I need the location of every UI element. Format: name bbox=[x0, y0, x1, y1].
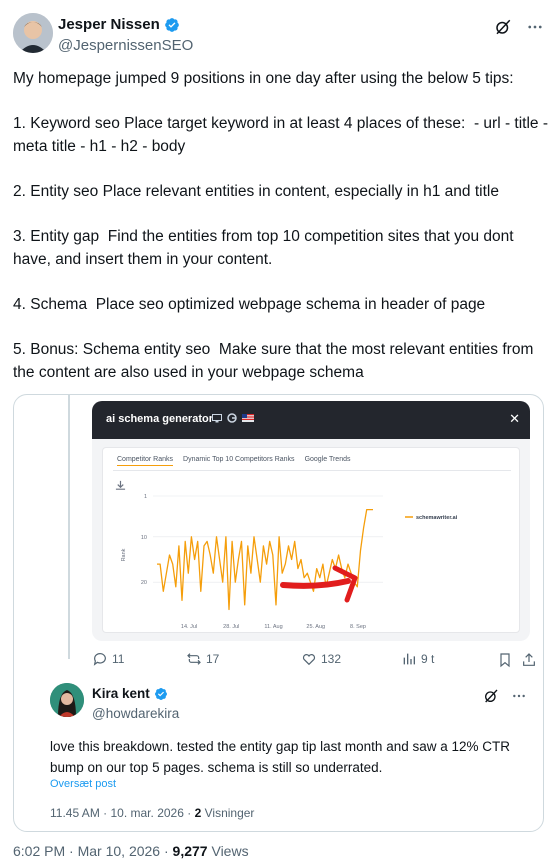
tweet-date[interactable]: Mar 10, 2026 bbox=[78, 843, 161, 859]
tab-divider bbox=[113, 470, 511, 471]
tweet-header: Jesper Nissen @JespernissenSEO bbox=[13, 13, 544, 57]
reply-action[interactable]: 11 bbox=[92, 651, 124, 667]
author-handle[interactable]: @JespernissenSEO bbox=[58, 37, 193, 54]
more-icon[interactable] bbox=[511, 688, 527, 704]
views-count: 9 t bbox=[421, 652, 435, 666]
embed-title-bar: ai schema generator ✕ bbox=[92, 401, 530, 439]
reply-time[interactable]: 11.45 AM bbox=[50, 806, 100, 820]
tab-competitor-ranks[interactable]: Competitor Ranks bbox=[117, 456, 174, 466]
y-tick-label: 10 bbox=[141, 535, 147, 541]
meta-separator: · bbox=[103, 806, 111, 820]
author-avatar[interactable] bbox=[13, 13, 53, 53]
tweet-body: My homepage jumped 9 positions in one da… bbox=[13, 68, 548, 384]
reply-post[interactable]: Kira kent @howdarekira love this breakdo… bbox=[14, 673, 543, 831]
y-tick-label: 1 bbox=[144, 494, 147, 500]
tweet-paragraph-tip-5: 5. Bonus: Schema entity seo Make sure th… bbox=[13, 341, 538, 381]
y-axis-label: Rank bbox=[121, 548, 127, 561]
series-line-schemawriter.ai bbox=[157, 508, 373, 611]
rank-chart: 1 10 20 Rank 14. Jul 28. Jul 11. Aug 25. Aug 8. … bbox=[121, 494, 458, 630]
more-icon[interactable] bbox=[526, 18, 544, 36]
tweet-views-label: Views bbox=[211, 843, 249, 859]
thread-connector-line bbox=[68, 395, 70, 659]
close-icon[interactable]: ✕ bbox=[509, 411, 520, 427]
tweet-paragraph-tip-4: 4. Schema Place seo optimized webpage sc… bbox=[13, 295, 486, 313]
meta-separator: · bbox=[163, 843, 173, 859]
reply-display-name[interactable]: Kira kent bbox=[92, 686, 150, 701]
reply-date[interactable]: 10. mar. 2026 bbox=[111, 806, 184, 820]
y-tick-label: 20 bbox=[141, 580, 147, 586]
grok-icon[interactable] bbox=[494, 18, 512, 36]
reply-handle[interactable]: @howdarekira bbox=[92, 706, 179, 721]
tweet-meta: 6:02 PM · Mar 10, 2026 · 9,277 Views bbox=[13, 843, 249, 859]
x-tick-label: 11. Aug bbox=[264, 624, 282, 630]
views-icon bbox=[403, 653, 415, 665]
reply-text: love this breakdown. tested the entity g… bbox=[50, 739, 511, 775]
like-icon bbox=[302, 654, 316, 666]
tweet-time[interactable]: 6:02 PM bbox=[13, 843, 65, 859]
embed-chart-panel: Competitor Ranks Dynamic Top 10 Competit… bbox=[102, 447, 520, 633]
embed-tabs: Competitor Ranks Dynamic Top 10 Competit… bbox=[117, 456, 350, 466]
tweet-paragraph-intro: My homepage jumped 9 positions in one da… bbox=[13, 70, 514, 87]
translate-link[interactable]: Oversæt post bbox=[50, 778, 116, 790]
monitor-icon bbox=[212, 413, 222, 422]
tweet-paragraph-tip-2: 2. Entity seo Place relevant entities in… bbox=[13, 182, 499, 200]
views-action[interactable]: 9 t bbox=[401, 651, 434, 667]
embed-title-icons bbox=[212, 413, 254, 423]
embedded-screenshot[interactable]: ai schema generator ✕ Competitor Ranks D… bbox=[92, 401, 530, 641]
like-action[interactable]: 132 bbox=[301, 651, 341, 667]
thread-card[interactable]: ai schema generator ✕ Competitor Ranks D… bbox=[13, 394, 544, 832]
reply-views-count: 2 bbox=[194, 806, 202, 820]
reply-avatar[interactable] bbox=[50, 683, 84, 717]
google-icon bbox=[227, 413, 237, 423]
tab-google-trends[interactable]: Google Trends bbox=[305, 456, 351, 466]
reply-count: 11 bbox=[112, 652, 125, 666]
legend-label: schemawriter.ai bbox=[416, 515, 458, 521]
tweet-paragraph-tip-3: 3. Entity gap Find the entities from top… bbox=[13, 228, 518, 268]
author-display-name[interactable]: Jesper Nissen bbox=[58, 16, 160, 33]
thread-actions: 11 17 132 9 t bbox=[92, 651, 537, 673]
x-tick-label: 25. Aug bbox=[306, 624, 325, 630]
grok-icon[interactable] bbox=[483, 688, 499, 704]
reply-meta: 11.45 AM · 10. mar. 2026 · 2 Visninger bbox=[50, 806, 254, 820]
share-icon[interactable] bbox=[521, 652, 537, 668]
x-tick-label: 14. Jul bbox=[181, 624, 197, 630]
flag-icon bbox=[242, 414, 254, 422]
tab-dynamic-top-10[interactable]: Dynamic Top 10 Competitors Ranks bbox=[183, 456, 295, 466]
tweet-views-count: 9,277 bbox=[172, 843, 208, 859]
reply-views-label: Visninger bbox=[204, 806, 255, 820]
embed-title: ai schema generator bbox=[106, 413, 213, 425]
meta-separator: · bbox=[69, 843, 78, 859]
x-tick-label: 28. Jul bbox=[223, 624, 239, 630]
reply-icon bbox=[93, 653, 106, 666]
tweet-paragraph-tip-1: 1. Keyword seo Place target keyword in a… bbox=[13, 115, 553, 155]
repost-count: 17 bbox=[206, 652, 220, 666]
repost-action[interactable]: 17 bbox=[186, 651, 219, 667]
repost-icon bbox=[187, 653, 201, 665]
bookmark-icon[interactable] bbox=[497, 652, 513, 668]
verified-badge-icon bbox=[154, 687, 167, 700]
x-tick-label: 8. Sep bbox=[350, 624, 366, 630]
verified-badge-icon bbox=[164, 17, 179, 32]
like-count: 132 bbox=[321, 652, 342, 666]
meta-separator: · bbox=[187, 806, 195, 820]
